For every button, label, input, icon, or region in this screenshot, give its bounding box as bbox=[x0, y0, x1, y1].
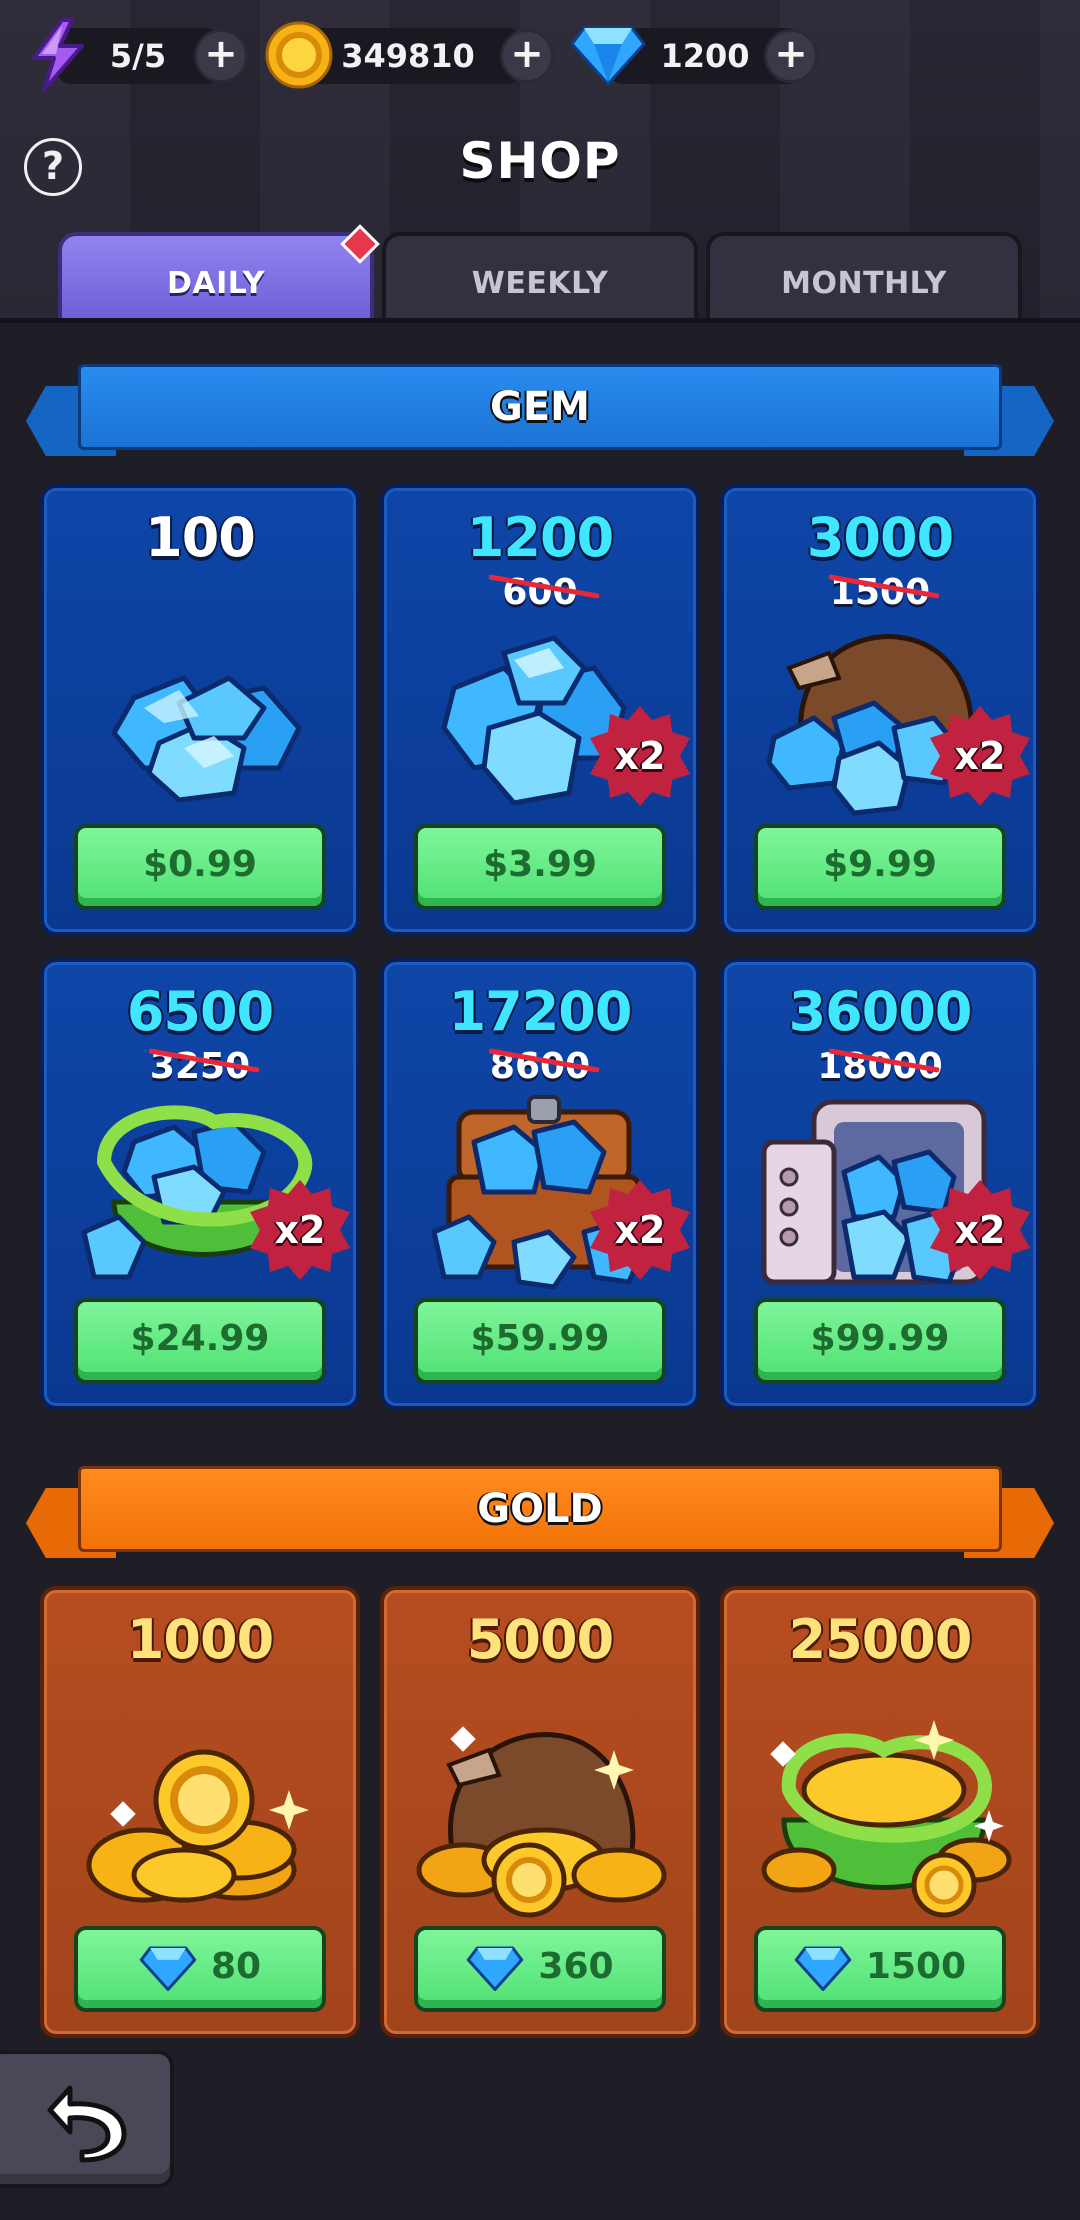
old-gem-amount: 1500 bbox=[829, 572, 931, 613]
page-title: SHOP bbox=[459, 132, 621, 190]
gold-amount: 5000 bbox=[466, 1608, 614, 1671]
buy-button[interactable]: $59.99 bbox=[414, 1298, 666, 1384]
gold-offer-card[interactable]: 5000 360 bbox=[380, 1586, 700, 2038]
gem-offer-card[interactable]: 3000 1500 x2 $9.99 bbox=[720, 484, 1040, 936]
back-button[interactable] bbox=[0, 2050, 174, 2188]
gem-offer-card[interactable]: 17200 8600 x2 $59.99 bbox=[380, 958, 700, 1410]
x2-bonus-badge: x2 bbox=[584, 1174, 696, 1286]
buy-button[interactable]: $3.99 bbox=[414, 824, 666, 910]
buy-button[interactable]: $9.99 bbox=[754, 824, 1006, 910]
gem-section-title: GEM bbox=[78, 364, 1002, 450]
bonus-label: x2 bbox=[274, 1208, 326, 1252]
gem-section-ribbon: GEM bbox=[26, 364, 1054, 460]
gold-offer-card[interactable]: 25000 1500 bbox=[720, 1586, 1040, 2038]
coin-sack-icon bbox=[416, 1726, 667, 1918]
energy-plus-button[interactable]: + bbox=[194, 29, 248, 83]
buy-button[interactable]: $24.99 bbox=[74, 1298, 326, 1384]
bonus-label: x2 bbox=[614, 1208, 666, 1252]
old-gem-amount: 8600 bbox=[489, 1046, 591, 1087]
gem-icon bbox=[467, 1946, 524, 1991]
energy-counter: 5/5 + bbox=[0, 18, 250, 92]
gem-amount: 36000 bbox=[788, 980, 973, 1043]
coin-plus-button[interactable]: + bbox=[500, 29, 554, 83]
gem-amount: 6500 bbox=[126, 980, 274, 1043]
buy-button[interactable]: $0.99 bbox=[74, 824, 326, 910]
buy-button[interactable]: 80 bbox=[74, 1926, 326, 2012]
gold-section-ribbon: GOLD bbox=[26, 1466, 1054, 1562]
gold-amount: 1000 bbox=[126, 1608, 274, 1671]
gold-amount: 25000 bbox=[788, 1608, 973, 1671]
gem-icon bbox=[139, 1946, 197, 1991]
x2-bonus-badge: x2 bbox=[924, 700, 1036, 812]
buy-button[interactable]: 1500 bbox=[754, 1926, 1006, 2012]
gold-section-title: GOLD bbox=[78, 1466, 1002, 1552]
old-gem-amount: 18000 bbox=[817, 1046, 943, 1087]
gem-price: 80 bbox=[210, 1946, 262, 1987]
coin-icon bbox=[265, 21, 333, 89]
buy-button[interactable]: $99.99 bbox=[754, 1298, 1006, 1384]
gem-icon bbox=[570, 26, 646, 86]
coin-counter: 349810 + bbox=[262, 21, 562, 89]
tab-monthly[interactable]: MONTHLY bbox=[706, 232, 1022, 320]
gem-amount: 1200 bbox=[466, 506, 614, 569]
gem-price: 360 bbox=[538, 1946, 614, 1987]
bonus-label: x2 bbox=[954, 734, 1006, 778]
tab-weekly[interactable]: WEEKLY bbox=[382, 232, 698, 320]
bonus-label: x2 bbox=[954, 1208, 1006, 1252]
x2-bonus-badge: x2 bbox=[244, 1174, 356, 1286]
coin-basket-icon bbox=[761, 1720, 1012, 1918]
old-gem-amount: 3250 bbox=[149, 1046, 251, 1087]
gem-offer-card[interactable]: 100 $0.99 bbox=[40, 484, 360, 936]
gem-amount: 3000 bbox=[806, 506, 954, 569]
energy-icon bbox=[32, 18, 84, 92]
gem-offer-card[interactable]: 36000 18000 x2 $99.99 bbox=[720, 958, 1040, 1410]
x2-bonus-badge: x2 bbox=[924, 1174, 1036, 1286]
gem-amount: 100 bbox=[145, 506, 256, 569]
back-arrow-icon bbox=[47, 2085, 127, 2163]
old-gem-amount: 600 bbox=[502, 572, 578, 613]
gem-amount: 17200 bbox=[448, 980, 633, 1043]
x2-bonus-badge: x2 bbox=[584, 700, 696, 812]
bonus-label: x2 bbox=[614, 734, 666, 778]
coin-pile-icon bbox=[86, 1749, 309, 1903]
tab-divider bbox=[0, 318, 1080, 323]
gem-icon bbox=[794, 1946, 852, 1991]
gold-offer-card[interactable]: 1000 80 bbox=[40, 1586, 360, 2038]
tab-daily[interactable]: DAILY bbox=[58, 232, 374, 320]
gem-counter: 1200 + bbox=[570, 26, 830, 86]
gem-pile-icon bbox=[111, 675, 302, 803]
gem-offer-card[interactable]: 1200 600 x2 $3.99 bbox=[380, 484, 700, 936]
gem-offer-card[interactable]: 6500 3250 x2 $24.99 bbox=[40, 958, 360, 1410]
gem-plus-button[interactable]: + bbox=[764, 29, 818, 83]
gem-price: 1500 bbox=[865, 1946, 967, 1987]
buy-button[interactable]: 360 bbox=[414, 1926, 666, 2012]
